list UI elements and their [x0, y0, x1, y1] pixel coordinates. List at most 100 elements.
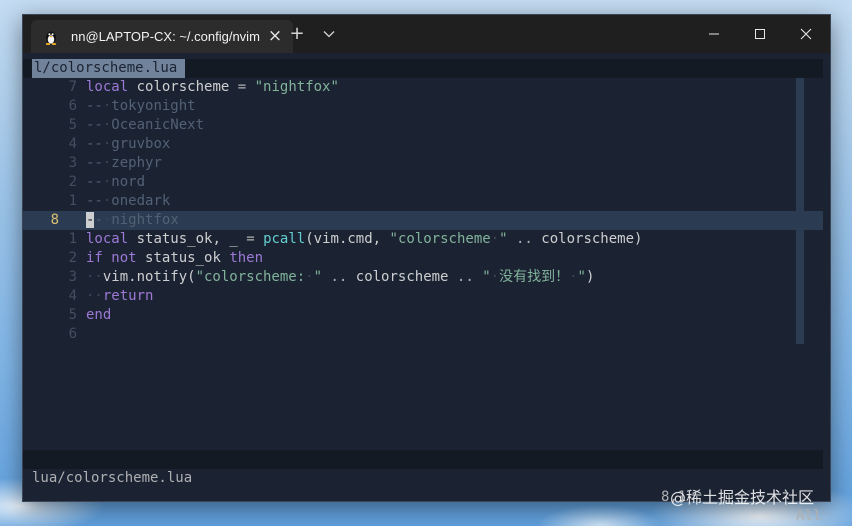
code-token: (vim.cmd, [305, 231, 382, 247]
watermark: @稀土掘金技术社区 [670, 488, 815, 507]
code-token: -- [86, 193, 103, 209]
code-token: ·· [86, 288, 103, 304]
line-text: --·nord [86, 173, 145, 192]
code-line[interactable]: 3 ··vim.notify("colorscheme:·" .. colorsc… [23, 268, 823, 287]
code-token: = [237, 79, 247, 95]
code-token: OceanicNext [111, 117, 205, 133]
code-token: return [102, 288, 154, 304]
line-text: end [86, 306, 111, 325]
scrollbar[interactable] [796, 78, 804, 344]
code-token: "nightfox" [254, 79, 339, 95]
code-line[interactable]: 5 end [23, 306, 823, 325]
code-token: colorscheme) [541, 231, 643, 247]
code-token: = [246, 231, 255, 247]
terminal-tab[interactable]: nn@LAPTOP-CX: ~/.config/nvim × [31, 20, 293, 53]
code-token: · [490, 269, 500, 285]
line-number: 1 [68, 231, 77, 247]
code-token: · [569, 269, 578, 285]
terminal-content[interactable]: l/colorscheme.lua 7 local colorscheme = "… [23, 53, 830, 524]
code-token: -- [86, 155, 103, 171]
line-text: ··vim.notify("colorscheme:·" .. colorsch… [86, 268, 594, 287]
code-token: " [313, 269, 323, 285]
code-token: " [577, 269, 586, 285]
code-token: "colorscheme: [195, 269, 306, 285]
code-token: then [229, 250, 264, 266]
code-token: -- [86, 136, 103, 152]
code-line[interactable]: 3 --·zephyr [23, 154, 823, 173]
plus-icon[interactable]: + [287, 24, 307, 44]
status-filename: lua/colorscheme.lua [32, 470, 193, 486]
code-token: nightfox [111, 212, 179, 228]
code-line[interactable]: 4 ··return [23, 287, 823, 306]
code-token: tokyonight [111, 98, 196, 114]
title-bar[interactable]: nn@LAPTOP-CX: ~/.config/nvim × + [23, 15, 830, 53]
close-icon[interactable]: × [267, 28, 283, 45]
code-line[interactable]: 1 local status_ok, _ = pcall(vim.cmd, "co… [23, 230, 823, 249]
code-token: pcall [263, 231, 306, 247]
code-token: -- [86, 98, 103, 114]
code-token: vim.notify( [102, 269, 196, 285]
code-token: onedark [111, 193, 171, 209]
code-token: nord [111, 174, 146, 190]
code-token: status_ok, [136, 231, 221, 247]
line-number: 6 [68, 98, 77, 114]
chevron-down-icon[interactable] [319, 24, 339, 44]
code-token: end [86, 307, 112, 323]
line-text: if not status_ok then [86, 249, 263, 268]
code-line[interactable]: 6 [23, 325, 823, 344]
code-token: " [499, 231, 508, 247]
line-text: local colorscheme = "nightfox" [86, 78, 339, 97]
maximize-icon[interactable] [737, 15, 783, 53]
line-number: 4 [68, 288, 77, 304]
code-token: gruvbox [111, 136, 171, 152]
code-token: · [305, 269, 314, 285]
code-token: .. [456, 269, 474, 285]
code-token: -- [86, 174, 103, 190]
code-line[interactable]: 1 --·onedark [23, 192, 823, 211]
line-text: --·onedark [86, 192, 170, 211]
buffer-line: l/colorscheme.lua [23, 59, 823, 78]
code-token: local [86, 79, 129, 95]
code-line[interactable]: 6 --·tokyonight [23, 97, 823, 116]
code-area[interactable]: 7 local colorscheme = "nightfox" 6 --·tokyo… [23, 78, 823, 344]
minimize-icon[interactable] [691, 15, 737, 53]
close-icon[interactable] [783, 15, 829, 53]
code-token: ) [585, 269, 595, 285]
status-line: lua/colorscheme.lua 8,1 All [23, 450, 823, 524]
line-number: 1 [68, 193, 77, 209]
code-line[interactable]: 2 --·nord [23, 173, 823, 192]
code-token: · [490, 231, 500, 247]
line-number: 6 [68, 326, 77, 342]
line-number: 3 [68, 155, 77, 171]
code-token: colorscheme [355, 269, 449, 285]
line-number: 7 [68, 79, 77, 95]
tab-title: nn@LAPTOP-CX: ~/.config/nvim [71, 29, 260, 44]
line-text: ··return [86, 287, 153, 306]
code-line-current[interactable]: 8 --·nightfox [23, 211, 823, 230]
line-text: --·zephyr [86, 154, 162, 173]
buffer-tab[interactable]: l/colorscheme.lua [32, 59, 186, 78]
code-token: colorscheme [136, 79, 230, 95]
line-number: 2 [68, 250, 77, 266]
line-number: 2 [68, 174, 77, 190]
code-line[interactable]: 5 --·OceanicNext [23, 116, 823, 135]
code-line[interactable]: 4 --·gruvbox [23, 135, 823, 154]
line-text: --·tokyonight [86, 97, 196, 116]
code-token: " [482, 269, 491, 285]
code-token: local [86, 231, 129, 247]
code-line[interactable]: 7 local colorscheme = "nightfox" [23, 78, 823, 97]
code-token: status_ok [145, 250, 221, 266]
line-number: 5 [68, 307, 77, 323]
line-number: 4 [68, 136, 77, 152]
code-line[interactable]: 2 if not status_ok then [23, 249, 823, 268]
code-token: - [94, 212, 103, 228]
